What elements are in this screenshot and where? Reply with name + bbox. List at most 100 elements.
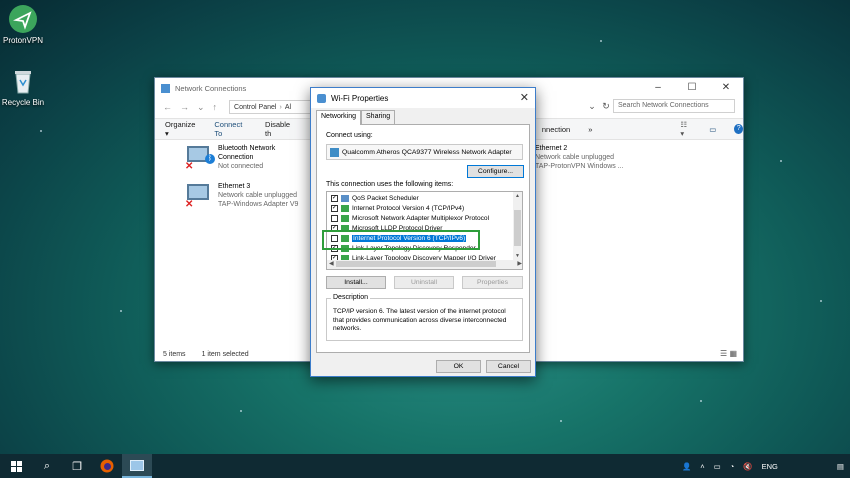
item-name: Bluetooth Network xyxy=(218,145,276,152)
start-button[interactable] xyxy=(0,454,32,478)
desktop-icon-recycle-bin[interactable]: Recycle Bin xyxy=(1,66,45,107)
uninstall-button[interactable]: Uninstall xyxy=(394,276,454,289)
list-item[interactable]: Microsoft Network Adapter Multiplexor Pr… xyxy=(327,213,514,223)
disable-button[interactable]: Disable th xyxy=(265,120,294,138)
list-item[interactable]: ✓ Internet Protocol Version 4 (TCP/IPv4) xyxy=(327,203,514,213)
list-item[interactable]: ✓ QoS Packet Scheduler xyxy=(327,193,514,203)
forward-icon[interactable]: → xyxy=(180,102,189,112)
ethernet-icon: ✕ xyxy=(185,182,213,210)
ok-button[interactable]: OK xyxy=(436,360,481,373)
firefox-icon[interactable] xyxy=(92,454,122,478)
description-group: Description TCP/IP version 6. The latest… xyxy=(326,294,523,341)
item-status: Not connected xyxy=(218,163,264,170)
bluetooth-network-icon: ✕ ᛒ xyxy=(185,144,215,172)
scroll-down-icon[interactable]: ▼ xyxy=(513,253,522,259)
protocol-icon xyxy=(341,204,349,212)
network-connections-taskbar-icon[interactable] xyxy=(122,454,152,478)
list-item[interactable]: ✕ Ethernet 3 Network cable unplugged TAP… xyxy=(185,182,298,210)
people-icon[interactable]: 👤 xyxy=(682,462,691,471)
tab-networking[interactable]: Networking xyxy=(316,110,362,125)
search-icon[interactable]: ⌕ xyxy=(32,454,62,478)
network-adapter-icon xyxy=(330,147,339,157)
system-tray: 👤 ˄ ▭ ◔ 🔇 ENG ▤ xyxy=(682,454,844,478)
vertical-scrollbar[interactable]: ▲ ▼ xyxy=(513,192,522,260)
item-name-line2: Connection xyxy=(218,154,254,161)
list-item-label: Internet Protocol Version 4 (TCP/IPv4) xyxy=(352,204,465,212)
network-folder-icon xyxy=(161,83,170,93)
checkbox-checked[interactable]: ✓ xyxy=(331,194,338,202)
taskbar: ⌕ ❐ 👤 ˄ ▭ ◔ 🔇 ENG ▤ xyxy=(0,454,850,478)
description-caption: Description xyxy=(331,294,371,301)
horizontal-scrollbar[interactable]: ◀ ▶ xyxy=(327,260,522,269)
item-name: Ethernet 2 xyxy=(535,145,568,152)
protocol-icon xyxy=(341,214,349,222)
item-count: 5 items xyxy=(163,351,186,358)
up-icon[interactable]: ↑ xyxy=(213,102,218,112)
list-item-label: Microsoft Network Adapter Multiplexor Pr… xyxy=(352,214,490,222)
checkbox-unchecked[interactable] xyxy=(331,214,338,222)
desktop-icon-label: Recycle Bin xyxy=(1,98,45,107)
notifications-icon[interactable]: ▤ xyxy=(837,462,844,471)
cancel-button[interactable]: Cancel xyxy=(486,360,531,373)
selected-count: 1 item selected xyxy=(201,351,249,358)
maximize-button[interactable]: ☐ xyxy=(675,78,709,98)
recycle-bin-icon xyxy=(8,66,38,96)
scroll-up-icon[interactable]: ▲ xyxy=(513,193,522,199)
explorer-title: Network Connections xyxy=(175,83,247,93)
task-view-icon[interactable]: ❐ xyxy=(62,454,92,478)
connect-to-button[interactable]: Connect To xyxy=(214,120,247,138)
breadcrumb-all[interactable]: Al xyxy=(285,104,291,111)
recent-chevron-icon[interactable]: ⌄ xyxy=(197,102,205,113)
language-indicator[interactable]: ENG xyxy=(762,462,778,471)
back-icon[interactable]: ← xyxy=(163,102,172,112)
minimize-button[interactable]: – xyxy=(641,78,675,98)
organize-button[interactable]: Organize ▾ xyxy=(165,120,196,138)
address-dropdown-icon[interactable]: ⌄ xyxy=(585,99,599,113)
connect-using-label: Connect using: xyxy=(326,132,373,139)
tab-bar: Networking Sharing xyxy=(316,110,396,125)
list-item-label: QoS Packet Scheduler xyxy=(352,194,419,202)
scroll-left-icon[interactable]: ◀ xyxy=(329,260,334,267)
volume-muted-icon[interactable]: 🔇 xyxy=(743,462,752,471)
preview-pane-icon[interactable]: ▭ xyxy=(709,125,716,134)
list-item[interactable]: Ethernet 2 Network cable unplugged TAP-P… xyxy=(535,144,624,171)
items-label: This connection uses the following items… xyxy=(326,181,454,188)
item-status: Network cable unplugged xyxy=(218,192,297,199)
item-status: Network cable unplugged xyxy=(535,154,614,161)
view-options-icon[interactable]: ☷ ▾ xyxy=(680,120,691,138)
address-bar[interactable]: Control Panel › Al xyxy=(229,100,320,114)
close-icon[interactable]: ✕ xyxy=(520,91,529,104)
dialog-titlebar: Wi-Fi Properties xyxy=(311,88,535,108)
connection-button[interactable]: nnection xyxy=(542,125,570,134)
scroll-right-icon[interactable]: ▶ xyxy=(517,260,522,267)
item-device: TAP-Windows Adapter V9 xyxy=(218,201,299,208)
details-view-icon[interactable]: ☰ ▦ xyxy=(720,349,737,358)
checkbox-checked[interactable]: ✓ xyxy=(331,204,338,212)
wifi-adapter-icon xyxy=(317,93,326,103)
help-icon[interactable]: ? xyxy=(734,124,743,134)
configure-button[interactable]: Configure... xyxy=(467,165,524,178)
scroll-thumb[interactable] xyxy=(514,210,521,246)
tablet-icon[interactable]: ▭ xyxy=(714,462,721,471)
close-button[interactable]: ✕ xyxy=(709,78,743,98)
tab-sharing[interactable]: Sharing xyxy=(361,110,396,124)
item-name: Ethernet 3 xyxy=(218,183,251,190)
dialog-title: Wi-Fi Properties xyxy=(331,93,389,103)
description-text: TCP/IP version 6. The latest version of … xyxy=(333,308,507,332)
highlight-box xyxy=(322,230,480,250)
qos-icon xyxy=(341,194,349,202)
tray-chevron-icon[interactable]: ˄ xyxy=(700,462,704,471)
more-commands-button[interactable]: » xyxy=(588,125,592,134)
breadcrumb-separator-icon: › xyxy=(279,103,282,111)
list-item[interactable]: ✕ ᛒ Bluetooth Network Connection Not conn… xyxy=(185,144,275,172)
wifi-disconnected-icon[interactable]: ◔ xyxy=(730,462,735,471)
scroll-thumb[interactable] xyxy=(336,261,496,267)
breadcrumb-control-panel[interactable]: Control Panel xyxy=(234,104,276,111)
refresh-icon[interactable]: ↻ xyxy=(599,99,613,113)
desktop-icon-protonvpn[interactable]: ProtonVPN xyxy=(1,4,45,45)
properties-button[interactable]: Properties xyxy=(462,276,523,289)
install-button[interactable]: Install... xyxy=(326,276,386,289)
adapter-field: Qualcomm Atheros QCA9377 Wireless Networ… xyxy=(326,144,523,160)
search-input[interactable]: Search Network Connections xyxy=(613,99,735,113)
protonvpn-icon xyxy=(8,4,38,34)
